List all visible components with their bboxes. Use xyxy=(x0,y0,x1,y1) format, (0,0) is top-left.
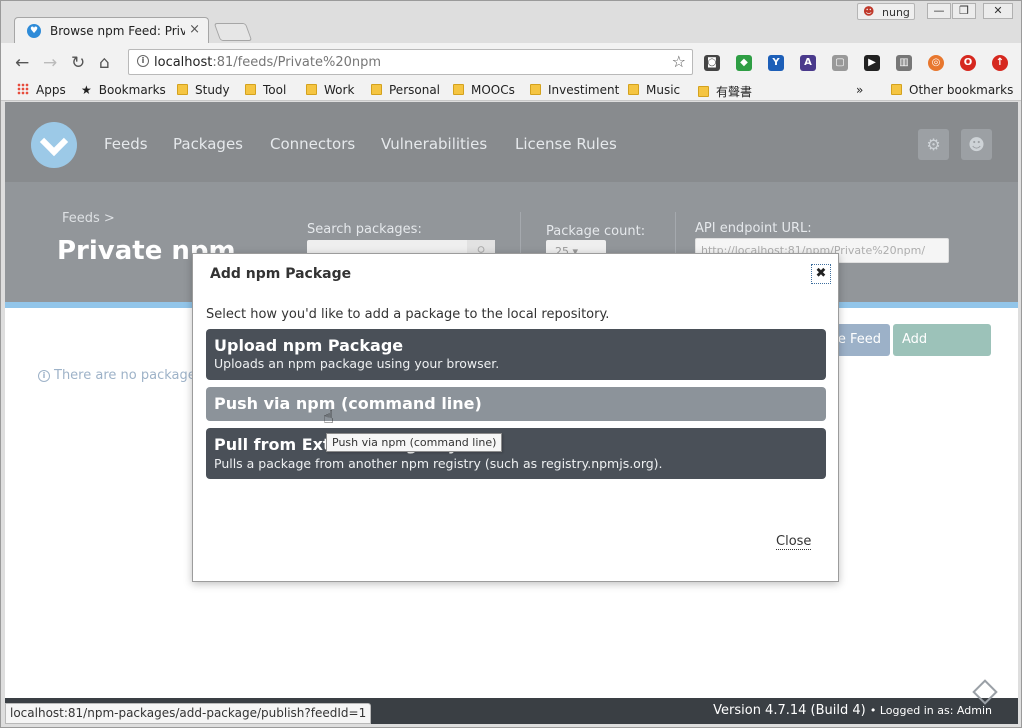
tab-title: Browse npm Feed: Private xyxy=(50,24,185,38)
bookmark-folder-music[interactable]: Music xyxy=(628,83,680,97)
folder-icon xyxy=(891,84,902,95)
folder-icon xyxy=(628,84,639,95)
y-extension-icon[interactable]: Y xyxy=(768,55,784,71)
option-pull-external-registry[interactable]: Pull from External Registry Pulls a pack… xyxy=(206,428,826,479)
folder-icon xyxy=(306,84,317,95)
translate-extension-icon[interactable]: A xyxy=(800,55,816,71)
profile-name: nung xyxy=(882,6,910,19)
hand-cursor-icon: ☝ xyxy=(323,407,334,428)
proget-favicon-icon: ♥ xyxy=(27,24,41,38)
back-icon[interactable]: ← xyxy=(15,53,29,73)
option-title: Push via npm (command line) xyxy=(214,394,482,413)
bookmark-folder-personal[interactable]: Personal xyxy=(371,83,440,97)
address-bar[interactable]: i localhost:81/feeds/Private%20npm ☆ xyxy=(128,49,693,75)
option-push-via-npm[interactable]: Push via npm (command line) xyxy=(206,387,826,421)
browser-window: ♥ Browse npm Feed: Private × ☻ nung — ❐ … xyxy=(0,0,1022,728)
tab-close-icon[interactable]: × xyxy=(189,22,200,37)
star-icon: ★ xyxy=(81,83,92,97)
reader-extension-icon[interactable]: ▥ xyxy=(896,55,912,71)
maximize-button[interactable]: ❐ xyxy=(952,3,976,19)
home-icon[interactable]: ⌂ xyxy=(99,53,110,73)
forward-icon[interactable]: → xyxy=(43,53,57,73)
window-close-button[interactable]: ✕ xyxy=(983,3,1013,19)
folder-icon xyxy=(177,84,188,95)
new-tab-button[interactable] xyxy=(213,23,253,41)
bookmark-other-bookmarks[interactable]: Other bookmarks xyxy=(891,83,1013,97)
bookmark-bookmarks[interactable]: ★ Bookmarks xyxy=(81,83,166,97)
bookmark-folder-study[interactable]: Study xyxy=(177,83,230,97)
bookmark-folder-audiobooks[interactable]: 有聲書 xyxy=(698,83,752,100)
evernote-extension-icon[interactable]: ◆ xyxy=(736,55,752,71)
bookmark-folder-work[interactable]: Work xyxy=(306,83,354,97)
bookmarks-overflow-icon[interactable]: » xyxy=(856,83,863,97)
folder-icon xyxy=(371,84,382,95)
browser-tab[interactable]: ♥ Browse npm Feed: Private × xyxy=(14,17,209,44)
option-description: Pulls a package from another npm registr… xyxy=(214,456,663,471)
media-extension-icon[interactable]: ▶ xyxy=(864,55,880,71)
modal-close-button[interactable]: Close xyxy=(776,534,812,550)
tab-strip: ♥ Browse npm Feed: Private × ☻ nung — ❐ … xyxy=(1,1,1021,44)
reload-icon[interactable]: ↻ xyxy=(71,53,85,73)
modal-title: Add npm Package xyxy=(210,266,352,282)
site-info-icon[interactable]: i xyxy=(137,55,149,67)
bookmark-folder-moocs[interactable]: MOOCs xyxy=(453,83,515,97)
profile-button[interactable]: ☻ nung xyxy=(857,3,915,20)
folder-icon xyxy=(245,84,256,95)
bookmark-apps[interactable]: Apps xyxy=(17,83,66,97)
pocket-extension-icon[interactable]: ◙ xyxy=(704,55,720,71)
profile-icon: ☻ xyxy=(863,5,875,18)
footer-version: Version 4.7.14 (Build 4) • Logged in as:… xyxy=(713,703,992,718)
bookmark-folder-tool[interactable]: Tool xyxy=(245,83,286,97)
proget-page: Feeds Packages Connectors Vulnerabilitie… xyxy=(5,102,1018,698)
apps-grid-icon xyxy=(17,83,29,95)
folder-icon xyxy=(453,84,464,95)
option-title: Upload npm Package xyxy=(214,336,404,355)
add-package-modal: Add npm Package ✖ Select how you'd like … xyxy=(192,253,839,582)
lifebuoy-extension-icon[interactable]: ◎ xyxy=(928,55,944,71)
option-description: Uploads an npm package using your browse… xyxy=(214,356,500,371)
status-bar-url: localhost:81/npm-packages/add-package/pu… xyxy=(5,703,372,724)
opera-extension-icon[interactable]: O xyxy=(960,55,976,71)
folder-icon xyxy=(698,86,709,97)
bookmarks-bar: Apps ★ Bookmarks Study Tool Work Personal… xyxy=(1,81,1021,101)
modal-close-icon[interactable]: ✖ xyxy=(811,264,831,284)
address-url: localhost:81/feeds/Private%20npm xyxy=(154,55,382,70)
browser-toolbar: ← → ↻ ⌂ i localhost:81/feeds/Private%20n… xyxy=(1,43,1021,81)
tooltip: Push via npm (command line) xyxy=(326,433,503,452)
folder-icon xyxy=(530,84,541,95)
copy-extension-icon[interactable]: ▢ xyxy=(832,55,848,71)
minimize-button[interactable]: — xyxy=(927,3,951,19)
modal-description: Select how you'd like to add a package t… xyxy=(206,307,610,322)
bookmark-star-icon[interactable]: ☆ xyxy=(672,52,686,71)
option-upload-package[interactable]: Upload npm Package Uploads an npm packag… xyxy=(206,329,826,380)
bookmark-folder-investiment[interactable]: Investiment xyxy=(530,83,619,97)
upload-extension-icon[interactable]: ↑ xyxy=(992,55,1008,71)
